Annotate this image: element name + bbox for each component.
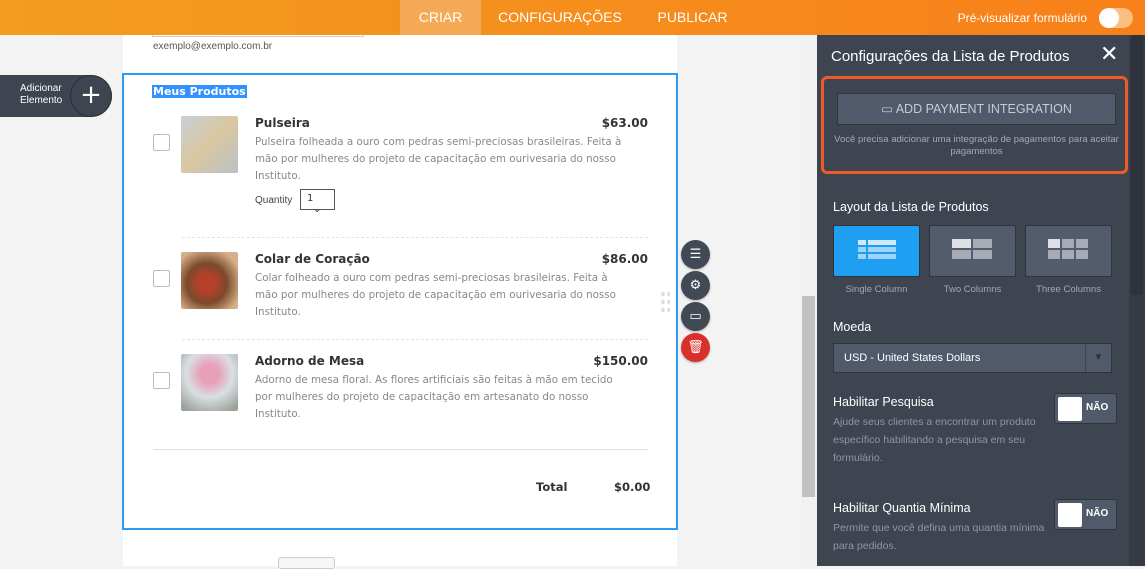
currency-select[interactable]: USD - United States Dollars ▼ — [833, 343, 1112, 373]
plus-icon: + — [70, 75, 112, 117]
layout-label: Two Columns — [943, 284, 1002, 295]
product-list-title[interactable]: Meus Produtos — [152, 85, 247, 98]
add-payment-label: ADD PAYMENT INTEGRATION — [895, 102, 1072, 116]
toggle-label: NÃO — [1086, 508, 1109, 519]
tab-configuracoes[interactable]: CONFIGURAÇÕES — [490, 0, 630, 35]
payment-note: Você precisa adicionar uma integração de… — [834, 134, 1119, 157]
currency-value: USD - United States Dollars — [844, 352, 981, 364]
search-description: Ajude seus clientes a encontrar um produ… — [833, 416, 1036, 464]
product-image — [181, 252, 238, 309]
payment-card-icon[interactable]: ▭ — [681, 302, 710, 331]
total-divider — [153, 449, 648, 450]
search-title: Habilitar Pesquisa — [833, 395, 934, 409]
layout-two-columns[interactable] — [929, 225, 1016, 277]
close-icon[interactable]: ✕ — [1100, 41, 1118, 67]
total-label: Total — [536, 480, 568, 494]
currency-label: Moeda — [833, 320, 872, 334]
min-quantity-title: Habilitar Quantia Mínima — [833, 501, 971, 515]
min-quantity-description: Permite que você defina uma quantia míni… — [833, 522, 1045, 552]
email-input[interactable] — [152, 35, 364, 37]
email-hint: exemplo@exemplo.com.br — [153, 41, 273, 52]
divider — [182, 339, 648, 340]
panel-scrollbar[interactable] — [1129, 35, 1145, 566]
product-price: $63.00 — [601, 116, 648, 130]
product-price: $86.00 — [601, 252, 648, 266]
add-element-button[interactable]: Adicionar Elemento + — [0, 75, 112, 117]
payment-integration-section: ▭ ADD PAYMENT INTEGRATION Você precisa a… — [821, 76, 1128, 174]
preview-toggle[interactable] — [1099, 8, 1133, 28]
preview-label: Pré-visualizar formulário — [957, 11, 1087, 25]
min-quantity-toggle[interactable]: NÃO — [1054, 499, 1117, 530]
page-scrollbar[interactable] — [801, 35, 816, 566]
quantity-label: Quantity — [255, 195, 293, 206]
search-toggle[interactable]: NÃO — [1054, 393, 1117, 424]
add-payment-integration-button[interactable]: ▭ ADD PAYMENT INTEGRATION — [837, 93, 1116, 125]
caret-down-icon: ▼ — [1085, 344, 1111, 372]
toggle-knob — [1058, 397, 1082, 421]
product-checkbox[interactable] — [153, 270, 170, 287]
list-icon[interactable]: ☰ — [681, 240, 710, 269]
product-checkbox[interactable] — [153, 372, 170, 389]
drag-handle-icon[interactable] — [660, 290, 670, 314]
gear-icon[interactable]: ⚙ — [681, 271, 710, 300]
quantity-value: 1 — [307, 193, 314, 204]
total-value: $0.00 — [614, 480, 651, 494]
layout-three-columns[interactable] — [1025, 225, 1112, 277]
product-price: $150.00 — [593, 354, 648, 368]
layout-single-column[interactable] — [833, 225, 920, 277]
product-description: Colar folheado a ouro com pedras semi-pr… — [255, 272, 616, 318]
top-bar: CRIAR CONFIGURAÇÕES PUBLICAR Pré-visuali… — [0, 0, 1145, 35]
product-description: Adorno de mesa floral. As flores artific… — [255, 374, 613, 420]
toggle-label: NÃO — [1086, 402, 1109, 413]
add-element-label: Adicionar Elemento — [20, 83, 63, 106]
scrollbar-thumb[interactable] — [802, 296, 815, 497]
product-name: Adorno de Mesa — [255, 354, 365, 368]
layout-label: Three Columns — [1036, 284, 1101, 295]
layout-title: Layout da Lista de Produtos — [833, 200, 989, 214]
product-description: Pulseira folheada a ouro com pedras semi… — [255, 136, 622, 182]
settings-panel: Configurações da Lista de Produtos ✕ ▭ A… — [817, 35, 1145, 566]
form-button[interactable] — [278, 557, 335, 569]
divider — [182, 237, 648, 238]
product-image — [181, 116, 238, 173]
toggle-knob — [1058, 503, 1082, 527]
product-image — [181, 354, 238, 411]
product-name: Colar de Coração — [255, 252, 370, 266]
product-checkbox[interactable] — [153, 134, 170, 151]
layout-label: Single Column — [845, 284, 908, 295]
tab-publicar[interactable]: PUBLICAR — [645, 0, 740, 35]
quantity-select[interactable]: 1 ⌄ — [300, 189, 335, 215]
chevron-down-icon: ⌄ — [313, 204, 322, 215]
trash-icon[interactable]: 🗑 — [681, 333, 710, 362]
tab-criar[interactable]: CRIAR — [400, 0, 481, 35]
product-name: Pulseira — [255, 116, 310, 130]
panel-scrollbar-thumb[interactable] — [1131, 35, 1143, 295]
payment-card-icon: ▭ — [881, 102, 896, 116]
panel-title: Configurações da Lista de Produtos — [831, 48, 1070, 65]
